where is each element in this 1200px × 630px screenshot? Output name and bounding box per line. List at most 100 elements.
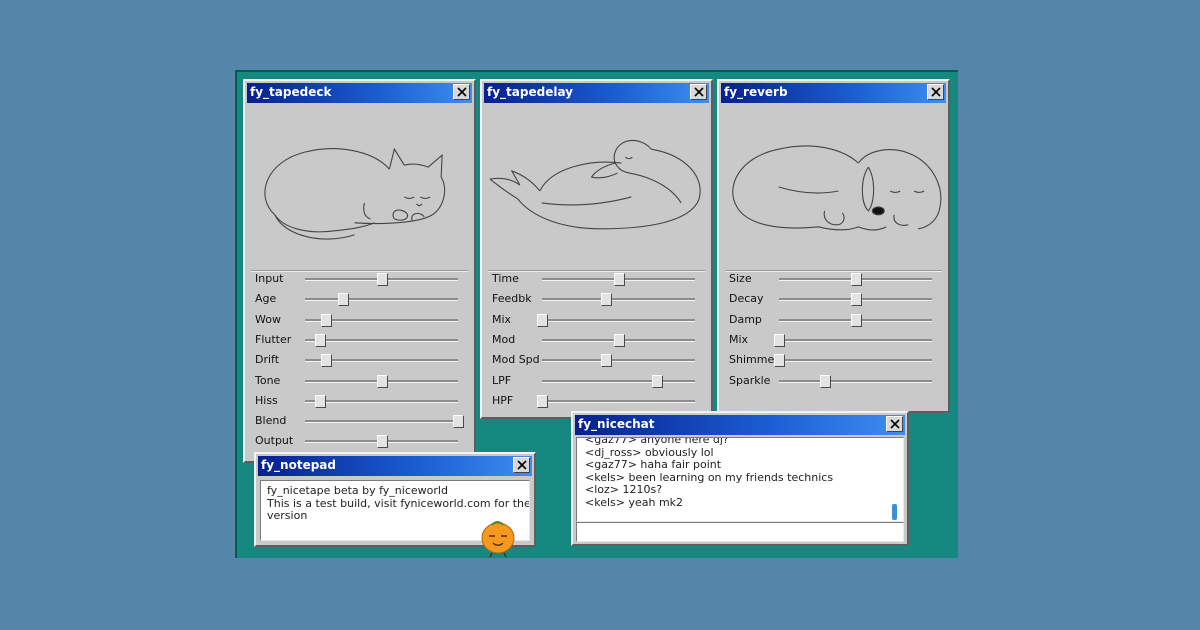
slider-track[interactable] <box>774 354 932 368</box>
close-button[interactable] <box>690 84 707 100</box>
slider-thumb[interactable] <box>774 333 785 347</box>
param-label: Mix <box>729 332 749 346</box>
window-title: fy_notepad <box>261 458 336 472</box>
reverb-titlebar[interactable]: fy_reverb <box>721 83 946 103</box>
slider-track[interactable] <box>779 313 932 327</box>
slider-thumb[interactable] <box>453 415 464 429</box>
slider-thumb[interactable] <box>774 354 785 368</box>
slider-thumb[interactable] <box>321 354 333 368</box>
param-row: Mix <box>719 330 948 350</box>
slider-thumb[interactable] <box>338 293 350 307</box>
close-icon <box>516 460 527 470</box>
close-icon <box>456 87 467 97</box>
orange-mascot-icon[interactable] <box>478 518 518 558</box>
param-label: HPF <box>492 393 514 407</box>
tapedelay-titlebar[interactable]: fy_tapedelay <box>484 83 709 103</box>
param-row: Shimmer <box>719 350 948 370</box>
slider-track[interactable] <box>305 415 464 429</box>
slider-track[interactable] <box>774 333 932 347</box>
slider-track[interactable] <box>542 333 695 347</box>
slider-track[interactable] <box>305 435 458 449</box>
param-row: Age <box>245 289 474 309</box>
param-label: Input <box>255 272 284 285</box>
slider-thumb[interactable] <box>315 333 327 347</box>
slider-thumb[interactable] <box>321 313 333 327</box>
slider-thumb[interactable] <box>537 313 548 327</box>
slider-thumb[interactable] <box>376 273 388 286</box>
param-label: LPF <box>492 373 512 387</box>
param-label: Feedbk <box>492 292 532 306</box>
param-row: Feedbk <box>482 289 711 309</box>
param-row: Output <box>245 431 474 451</box>
slider-track[interactable] <box>779 273 932 286</box>
chat-scrollbar-thumb[interactable] <box>892 504 897 520</box>
slider-thumb[interactable] <box>537 394 548 408</box>
slider-track[interactable] <box>305 354 458 368</box>
slider-track[interactable] <box>305 333 458 347</box>
param-label: Decay <box>729 292 764 306</box>
window-title: fy_reverb <box>724 85 788 99</box>
slider-thumb[interactable] <box>315 394 327 408</box>
param-row: Size <box>719 269 948 289</box>
param-row: Tone <box>245 371 474 391</box>
param-label: Size <box>729 272 752 285</box>
slider-thumb[interactable] <box>376 374 388 388</box>
param-row: Input <box>245 269 474 289</box>
slider-track[interactable] <box>779 374 932 388</box>
slider-track[interactable] <box>542 354 695 368</box>
slider-thumb[interactable] <box>601 293 613 307</box>
slider-track[interactable] <box>305 313 458 327</box>
slider-track[interactable] <box>537 313 695 327</box>
param-row: Sparkle <box>719 371 948 391</box>
chat-input[interactable] <box>576 522 904 542</box>
param-label: Sparkle <box>729 373 771 387</box>
notepad-titlebar[interactable]: fy_notepad <box>258 456 532 476</box>
slider-thumb[interactable] <box>850 293 862 307</box>
close-button[interactable] <box>927 84 944 100</box>
slider-thumb[interactable] <box>613 333 625 347</box>
slider-thumb[interactable] <box>613 273 625 286</box>
param-label: Wow <box>255 312 281 326</box>
nicechat-window: fy_nicechat <gaz77> anyone here dj? <dj_… <box>571 411 909 546</box>
slider-track[interactable] <box>305 273 458 286</box>
slider-thumb[interactable] <box>819 374 831 388</box>
param-row: Mix <box>482 310 711 330</box>
close-icon <box>930 87 941 97</box>
reverb-window: fy_reverb Size Decay Damp Mix Shimmer Sparkle <box>717 79 950 413</box>
chat-log[interactable]: <gaz77> anyone here dj? <dj_ross> obviou… <box>576 437 904 522</box>
chat-message: <kels> yeah mk2 <box>585 495 684 509</box>
close-button[interactable] <box>513 457 530 473</box>
slider-track[interactable] <box>542 273 695 286</box>
sleeping-dog-illustration <box>719 107 948 267</box>
window-title: fy_nicechat <box>578 417 655 431</box>
close-icon <box>889 419 900 429</box>
chat-message: <gaz77> haha fair point <box>585 458 722 471</box>
slider-track[interactable] <box>537 394 695 408</box>
sleeping-cat-illustration <box>245 107 474 267</box>
slider-track[interactable] <box>305 293 458 307</box>
close-icon <box>693 87 704 97</box>
slider-track[interactable] <box>542 374 695 388</box>
slider-track[interactable] <box>305 374 458 388</box>
slider-thumb[interactable] <box>651 374 663 388</box>
tapedeck-window: fy_tapedeck Input Age Wow Flutter Drift Tone H… <box>243 79 476 463</box>
slider-thumb[interactable] <box>850 313 862 327</box>
param-row: HPF <box>482 391 711 411</box>
slider-track[interactable] <box>779 293 932 307</box>
slider-thumb[interactable] <box>850 273 862 286</box>
slider-thumb[interactable] <box>601 354 613 368</box>
close-button[interactable] <box>453 84 470 100</box>
slider-track[interactable] <box>305 394 458 408</box>
slider-thumb[interactable] <box>376 435 388 449</box>
param-label: Mod Spd <box>492 353 540 367</box>
close-button[interactable] <box>886 416 903 432</box>
param-row: Wow <box>245 310 474 330</box>
window-title: fy_tapedeck <box>250 85 332 99</box>
param-label: Blend <box>255 414 287 428</box>
chat-message: <loz> 1210s? <box>585 483 663 496</box>
nicechat-titlebar[interactable]: fy_nicechat <box>575 415 905 435</box>
tapedeck-titlebar[interactable]: fy_tapedeck <box>247 83 472 103</box>
param-label: Output <box>255 434 294 448</box>
slider-track[interactable] <box>542 293 695 307</box>
param-label: Drift <box>255 353 280 367</box>
